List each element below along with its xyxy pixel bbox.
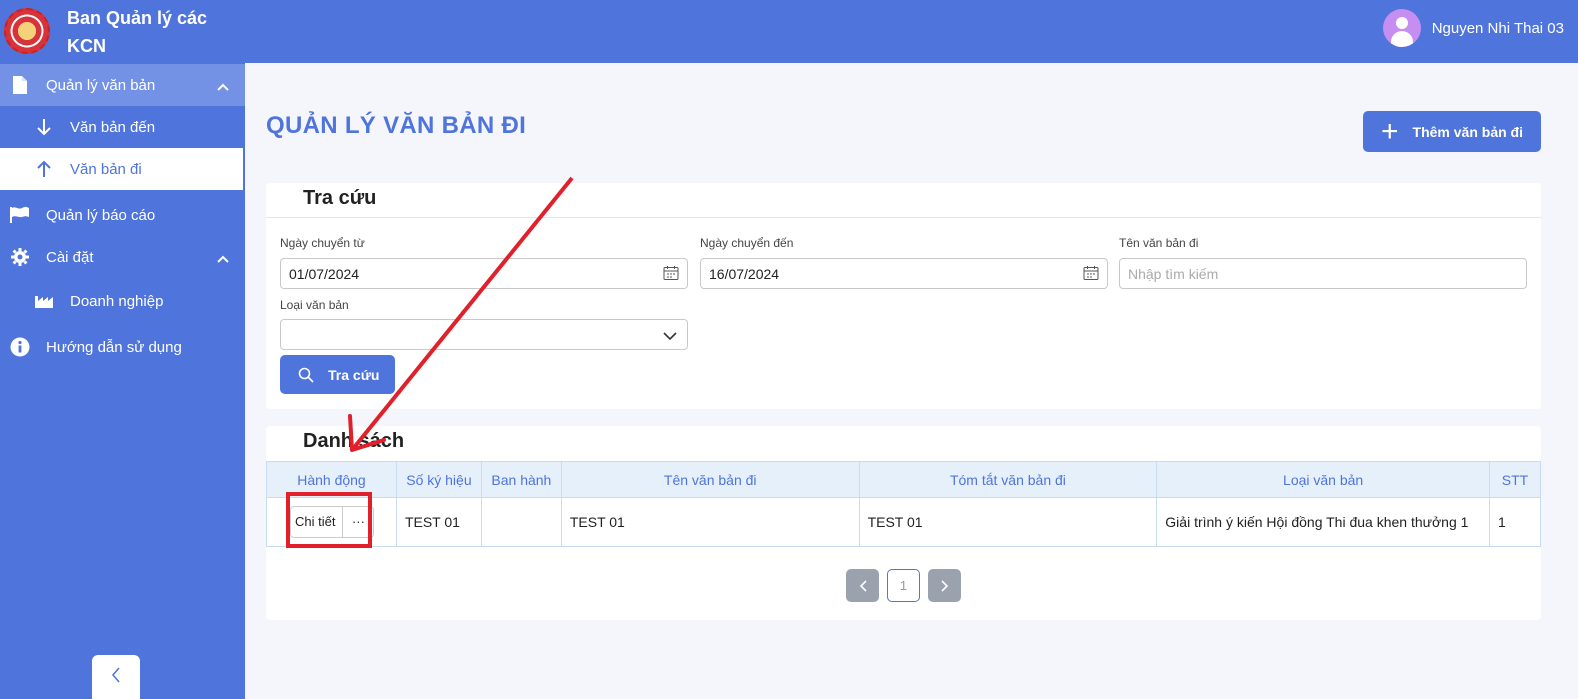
column-header-type: Loại văn bản	[1156, 461, 1490, 498]
sidebar-item-report-management[interactable]: Quản lý báo cáo	[0, 194, 245, 236]
search-icon	[298, 367, 314, 383]
pagination: 1	[846, 569, 969, 602]
next-page-button[interactable]	[928, 569, 961, 602]
sidebar-item-label: Văn bản đi	[70, 160, 142, 178]
table-row: Chi tiết ··· TEST 01 TEST 01 TEST 01 Giả…	[266, 497, 1542, 547]
document-name-input[interactable]: Nhập tìm kiếm	[1119, 258, 1527, 289]
cell-summary: TEST 01	[858, 497, 1158, 547]
calendar-icon[interactable]	[1083, 265, 1099, 284]
annotation-highlight-box	[286, 492, 372, 548]
documents-table: Hành động Số ký hiệu Ban hành Tên văn bả…	[266, 461, 1542, 547]
chevron-left-icon	[859, 579, 867, 592]
page-title: QUẢN LÝ VĂN BẢN ĐI	[266, 112, 527, 139]
chevron-left-icon	[111, 667, 121, 688]
sidebar-item-label: Quản lý văn bản	[46, 76, 156, 94]
date-from-input[interactable]: 01/07/2024	[280, 258, 688, 289]
column-header-stt: STT	[1488, 461, 1542, 498]
logo	[4, 8, 50, 54]
user-menu[interactable]: Nguyen Nhi Thai 03	[1382, 9, 1564, 47]
sidebar-item-user-guide[interactable]: Hướng dẫn sử dụng	[0, 326, 245, 368]
sidebar-item-incoming-documents[interactable]: Văn bản đến	[0, 106, 245, 148]
brand: Ban Quản lý các KCN	[0, 0, 245, 64]
date-from-label: Ngày chuyển từ	[280, 236, 365, 250]
cell-issued	[480, 497, 562, 547]
sidebar-item-label: Cài đặt	[46, 248, 94, 266]
search-button[interactable]: Tra cứu	[280, 355, 395, 394]
chevron-up-icon	[217, 78, 229, 95]
column-header-code: Số ký hiệu	[395, 461, 482, 498]
sidebar-item-document-management[interactable]: Quản lý văn bản	[0, 64, 245, 106]
plus-icon: +	[1381, 114, 1399, 148]
sidebar-item-label: Doanh nghiệp	[70, 292, 164, 310]
arrow-up-icon	[34, 159, 54, 179]
document-type-label: Loại văn bản	[280, 298, 349, 312]
avatar	[1382, 9, 1421, 47]
search-panel: Tra cứu Ngày chuyển từ 01/07/2024 Ngày c…	[266, 183, 1541, 409]
arrow-down-icon	[34, 117, 54, 137]
document-name-label: Tên văn bản đi	[1119, 236, 1199, 250]
document-type-select[interactable]	[280, 319, 688, 350]
sidebar: Ban Quản lý các KCN Quản lý văn bản Văn …	[0, 0, 245, 699]
factory-icon	[34, 291, 54, 311]
column-header-name: Tên văn bản đi	[560, 461, 860, 498]
chevron-down-icon	[663, 328, 677, 344]
chevron-right-icon	[940, 579, 948, 592]
topbar: Nguyen Nhi Thai 03	[245, 0, 1578, 63]
document-icon	[10, 75, 30, 95]
prev-page-button[interactable]	[846, 569, 879, 602]
calendar-icon[interactable]	[663, 265, 679, 284]
cell-type: Giải trình ý kiến Hội đồng Thi đua khen …	[1156, 497, 1490, 547]
cell-stt: 1	[1488, 497, 1542, 547]
app-name: Ban Quản lý các KCN	[67, 8, 208, 56]
sidebar-item-outgoing-documents[interactable]: Văn bản đi	[0, 148, 243, 190]
add-button-label: Thêm văn bản đi	[1412, 123, 1523, 140]
search-title: Tra cứu	[303, 187, 377, 209]
sidebar-item-enterprise[interactable]: Doanh nghiệp	[0, 280, 245, 322]
gear-icon	[10, 247, 30, 267]
info-icon	[10, 337, 30, 357]
date-to-input[interactable]: 16/07/2024	[700, 258, 1108, 289]
search-button-label: Tra cứu	[328, 366, 380, 383]
sidebar-item-settings[interactable]: Cài đặt	[0, 236, 245, 278]
column-header-summary: Tóm tắt văn bản đi	[858, 461, 1158, 498]
page-number-button[interactable]: 1	[887, 569, 920, 602]
add-outgoing-document-button[interactable]: + Thêm văn bản đi	[1363, 111, 1541, 152]
list-title: Danh sách	[303, 430, 405, 452]
sidebar-item-label: Văn bản đến	[70, 118, 156, 136]
collapse-sidebar-button[interactable]	[92, 655, 140, 699]
date-to-label: Ngày chuyển đến	[700, 236, 794, 250]
user-name: Nguyen Nhi Thai 03	[1431, 19, 1564, 37]
chevron-up-icon	[217, 250, 229, 267]
divider	[266, 217, 1541, 218]
flag-icon	[10, 205, 30, 225]
sidebar-item-label: Hướng dẫn sử dụng	[46, 338, 182, 356]
cell-code: TEST 01	[395, 497, 482, 547]
cell-name: TEST 01	[560, 497, 860, 547]
table-header-row: Hành động Số ký hiệu Ban hành Tên văn bả…	[266, 461, 1542, 498]
sidebar-item-label: Quản lý báo cáo	[46, 206, 156, 224]
column-header-issued: Ban hành	[480, 461, 562, 498]
